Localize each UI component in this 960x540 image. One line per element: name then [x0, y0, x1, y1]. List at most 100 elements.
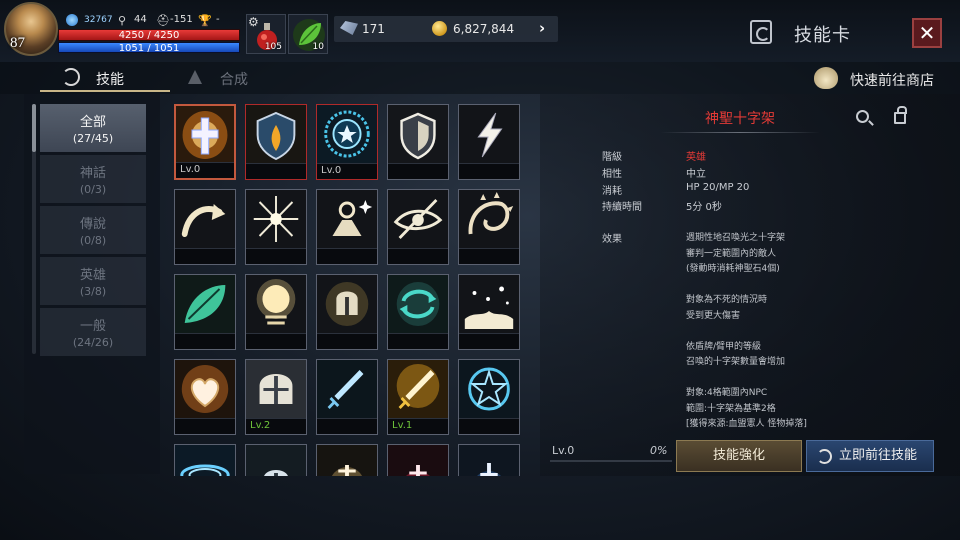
skill-swirl-icon — [817, 449, 832, 464]
skill-card-art — [459, 190, 519, 248]
skill-name: 神聖十字架 — [705, 111, 775, 127]
hp-bar: 4250 / 4250 — [58, 29, 240, 41]
description-line: [獲得來源:血盟憲人 怪物掉落] — [686, 419, 807, 429]
description-line: (發動時消耗神聖石4個) — [686, 264, 780, 274]
category-name: 英雄 — [79, 268, 106, 283]
category-scrollbar[interactable] — [32, 104, 36, 354]
skill-card[interactable]: Lv.0 — [316, 104, 378, 180]
unlock-icon[interactable] — [894, 106, 907, 124]
light-orb-icon — [246, 275, 306, 333]
skill-card-art — [246, 360, 306, 418]
skill-card[interactable] — [316, 359, 378, 435]
prop-value-affinity: 中立 — [686, 169, 706, 180]
skill-card[interactable] — [458, 104, 520, 180]
category-all[interactable]: 全部 (27/45) — [40, 104, 146, 152]
skill-card[interactable] — [387, 274, 449, 350]
skill-card[interactable] — [245, 444, 307, 476]
skill-card[interactable] — [316, 274, 378, 350]
skill-card[interactable] — [245, 189, 307, 265]
category-legend[interactable]: 傳說 (0/8) — [40, 206, 146, 254]
gold-value: 6,827,844 — [453, 22, 515, 36]
prop-value-cost: HP 20/MP 20 — [686, 182, 750, 193]
skill-level-bar: Lv.1 — [388, 418, 448, 434]
helmet-glow-icon — [317, 275, 377, 333]
mp-bar: 1051 / 1051 — [58, 42, 240, 54]
fire-shield-icon — [246, 105, 306, 163]
skill-card[interactable] — [174, 444, 236, 476]
stat-b-value: -151 — [170, 14, 193, 25]
category-count: (27/45) — [72, 132, 114, 145]
skill-card[interactable] — [458, 189, 520, 265]
combat-power-icon — [66, 14, 78, 26]
search-icon[interactable] — [856, 110, 869, 123]
category-mythic[interactable]: 神話 (0/3) — [40, 155, 146, 203]
skill-card-art — [246, 275, 306, 333]
skill-card-art — [388, 275, 448, 333]
goto-skill-button[interactable]: 立即前往技能 — [806, 440, 934, 472]
gear-icon[interactable]: ⚙ — [248, 15, 259, 29]
skill-card[interactable] — [174, 274, 236, 350]
blue-sword-icon — [317, 360, 377, 418]
stat-a-value: 44 — [134, 14, 147, 25]
category-count: (0/8) — [79, 234, 107, 247]
category-name: 神話 — [79, 166, 106, 181]
skill-card[interactable] — [387, 104, 449, 180]
sword-flash-icon — [317, 445, 377, 476]
tab-bar: 技能 合成 快速前往商店 — [0, 62, 960, 94]
top-status-bar: 87 32767 ⚲ 44 ⛑ -151 🏆 - 4250 / 4250 105… — [0, 0, 960, 62]
cycle-arrows-icon — [388, 275, 448, 333]
skill-card[interactable] — [316, 189, 378, 265]
skill-card[interactable]: Lv.2 — [245, 359, 307, 435]
category-list: 全部 (27/45) 神話 (0/3) 傳說 (0/8) 英雄 (3/8) 一般… — [24, 94, 160, 474]
description-line: 週期性地召喚光之十字架 — [686, 233, 786, 243]
skill-card[interactable] — [458, 274, 520, 350]
skill-card-art — [317, 275, 377, 333]
skill-progress-bar — [550, 460, 672, 462]
skill-card-art — [388, 445, 448, 476]
skill-card-grid: Lv.0 Lv.0 Lv.2 Lv.1 — [164, 94, 540, 476]
skill-card-art — [317, 360, 377, 418]
combat-power-value: 32767 — [84, 15, 113, 25]
prop-label-cost: 消耗 — [602, 186, 622, 197]
knight-helmet-icon — [246, 360, 306, 418]
tab-compose[interactable]: 合成 — [180, 62, 290, 92]
skill-level-bar — [175, 248, 235, 264]
sparkle-ground-icon — [459, 275, 519, 333]
divider — [660, 132, 820, 133]
skill-level-bar — [459, 163, 519, 179]
category-name: 傳說 — [79, 217, 106, 232]
skill-card-art — [246, 105, 306, 163]
category-scrollbar-thumb[interactable] — [32, 104, 36, 152]
skill-card[interactable]: Lv.0 — [174, 104, 236, 180]
skill-card[interactable] — [458, 359, 520, 435]
potion-count: 105 — [264, 42, 282, 52]
hp-text: 4250 / 4250 — [118, 30, 180, 41]
category-name: 一般 — [79, 319, 106, 334]
skill-card[interactable] — [387, 444, 449, 476]
skill-card[interactable] — [316, 444, 378, 476]
skill-card[interactable] — [174, 359, 236, 435]
helmet-icon: ⛑ — [156, 14, 170, 27]
skill-card[interactable] — [245, 274, 307, 350]
skill-card-art — [388, 105, 448, 163]
quick-slot-leaf[interactable]: 10 — [288, 14, 328, 54]
skill-level: Lv.0 — [552, 444, 575, 457]
skill-card[interactable] — [387, 189, 449, 265]
skill-card[interactable]: Lv.1 — [387, 359, 449, 435]
currency-bar: 171 6,827,844 › — [334, 16, 558, 42]
skill-card-art — [176, 106, 234, 164]
holy-cross-icon — [176, 106, 234, 164]
category-hero[interactable]: 英雄 (3/8) — [40, 257, 146, 305]
compose-icon — [188, 70, 202, 84]
skill-card[interactable] — [245, 104, 307, 180]
tab-compose-label: 合成 — [220, 72, 248, 88]
skill-card[interactable] — [458, 444, 520, 476]
enhance-skill-button[interactable]: 技能強化 — [676, 440, 802, 472]
category-normal[interactable]: 一般 (24/26) — [40, 308, 146, 356]
close-button[interactable]: ✕ — [912, 18, 942, 48]
skill-card[interactable] — [174, 189, 236, 265]
skill-card-art — [175, 275, 235, 333]
tab-skill[interactable]: 技能 — [40, 62, 170, 92]
skill-level-bar — [388, 333, 448, 349]
chevron-right-icon[interactable]: › — [539, 19, 545, 37]
